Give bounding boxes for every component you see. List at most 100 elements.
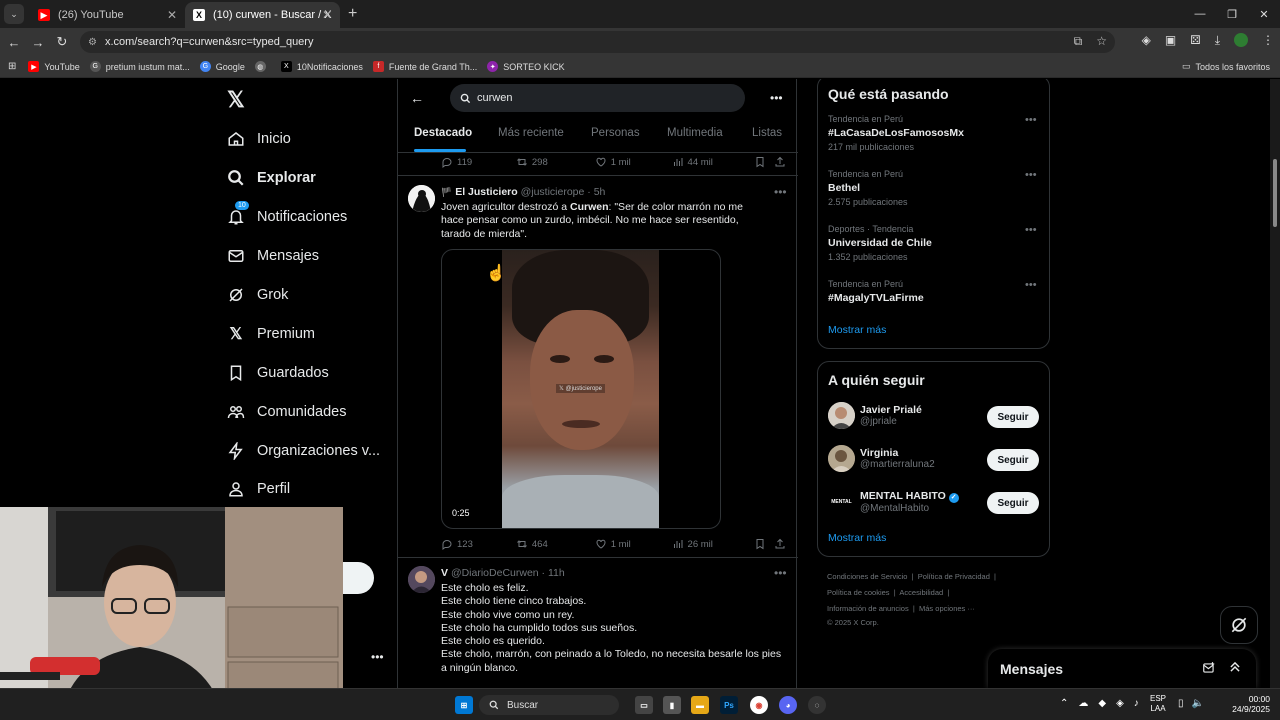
clock[interactable]: 00:00 24/9/2025	[1232, 694, 1270, 714]
microphone-icon[interactable]: ♪	[1134, 698, 1139, 709]
site-info-icon[interactable]: ⚙	[88, 37, 97, 48]
views-button[interactable]: 44 mil	[672, 156, 755, 168]
trend-item[interactable]: Bethel	[828, 182, 860, 194]
retweet-button[interactable]: 298	[516, 156, 595, 168]
network-icon[interactable]: ▯	[1178, 698, 1184, 709]
bookmark-youtube[interactable]: ▶ YouTube	[28, 61, 80, 72]
like-button[interactable]: 1 mil	[595, 538, 672, 550]
bookmark-sorteo[interactable]: ✦ SORTEO KICK	[487, 61, 565, 72]
tab-search-button[interactable]: ⌄	[4, 4, 24, 24]
discord-icon[interactable]: ◕	[779, 696, 797, 714]
extension-icon[interactable]: ◈	[1142, 33, 1151, 48]
close-tab-icon[interactable]: ✕	[167, 8, 177, 22]
apps-grid-icon[interactable]: ⊞	[8, 61, 16, 72]
avatar[interactable]	[408, 566, 435, 593]
new-tab-button[interactable]: +	[348, 5, 357, 23]
windows-start-icon[interactable]: ⊞	[455, 696, 473, 714]
app-icon[interactable]: ◈	[1116, 698, 1124, 709]
new-message-icon[interactable]	[1202, 661, 1216, 678]
bookmark-fuente[interactable]: f Fuente de Grand Th...	[372, 61, 477, 72]
reload-icon[interactable]: ↻	[50, 34, 74, 50]
app-icon[interactable]: ◌	[808, 696, 826, 714]
follow-button[interactable]: Seguir	[987, 406, 1039, 428]
tab-multimedia[interactable]: Multimedia	[667, 127, 723, 139]
bookmark-pretium[interactable]: Gpretium iustum mat...	[89, 61, 190, 72]
retweet-button[interactable]: 464	[516, 538, 595, 550]
back-arrow-icon[interactable]: ←	[2, 35, 26, 50]
sidebar-item-guardados[interactable]: Guardados	[227, 364, 329, 382]
messages-drawer[interactable]: Mensajes	[988, 649, 1256, 688]
browser-tab-youtube[interactable]: ▶ (26) YouTube ✕	[30, 2, 185, 28]
menu-dots-icon[interactable]: ⋮	[1262, 33, 1274, 48]
share-button[interactable]	[774, 538, 786, 550]
shield-icon[interactable]: ◆	[1098, 698, 1106, 709]
browser-tab-x[interactable]: X (10) curwen - Buscar / X ✕	[185, 2, 340, 28]
trend-options-dots-icon[interactable]: •••	[1025, 224, 1037, 236]
tab-destacado[interactable]: Destacado	[414, 127, 472, 139]
follow-show-more-link[interactable]: Mostrar más	[828, 532, 886, 544]
close-tab-icon[interactable]: ✕	[322, 8, 332, 22]
author-name[interactable]: V	[441, 567, 448, 579]
follow-button[interactable]: Seguir	[987, 492, 1039, 514]
bookmark-google[interactable]: G Google	[199, 61, 245, 72]
trend-item[interactable]: #MagalyTVLaFirme	[828, 292, 924, 304]
tweet-video[interactable]: 𝕏 @justicierope 0:25	[441, 249, 721, 529]
trend-item[interactable]: Universidad de Chile	[828, 237, 932, 249]
extension-icon[interactable]: ▣	[1165, 33, 1176, 48]
sidebar-item-explorar[interactable]: Explorar	[227, 169, 316, 187]
follow-button[interactable]: Seguir	[987, 449, 1039, 471]
bookmark-star-icon[interactable]: ☆	[1096, 34, 1107, 49]
trends-show-more-link[interactable]: Mostrar más	[828, 324, 886, 336]
photoshop-icon[interactable]: Ps	[720, 696, 738, 714]
sidebar-item-grok[interactable]: Grok	[227, 286, 288, 304]
page-scrollbar[interactable]	[1270, 79, 1280, 688]
back-arrow-icon[interactable]: ←	[410, 90, 424, 106]
volume-icon[interactable]: 🔈	[1192, 698, 1204, 709]
sidebar-item-perfil[interactable]: Perfil	[227, 480, 290, 498]
follow-suggestion[interactable]: MENTAL MENTAL HABITO ✓ @MentalHabito	[828, 488, 959, 515]
close-window-icon[interactable]: ✕	[1248, 0, 1280, 28]
cloud-icon[interactable]: ☁	[1078, 698, 1088, 709]
trend-options-dots-icon[interactable]: •••	[1025, 279, 1037, 291]
keyboard-language[interactable]: ESP LAA	[1150, 694, 1166, 714]
avatar[interactable]	[408, 185, 435, 212]
grok-floating-button[interactable]	[1220, 606, 1258, 644]
trend-options-dots-icon[interactable]: •••	[1025, 169, 1037, 181]
follow-suggestion[interactable]: Javier Prialé @jpriale	[828, 402, 922, 429]
restore-icon[interactable]: ❐	[1216, 0, 1248, 28]
account-menu-dots-icon[interactable]: •••	[371, 650, 384, 664]
author-handle[interactable]: @DiarioDeCurwen	[451, 567, 539, 579]
search-input[interactable]: curwen	[450, 84, 745, 112]
chrome-icon[interactable]: ◉	[750, 696, 768, 714]
app-icon[interactable]: ▮	[663, 696, 681, 714]
tab-mas-reciente[interactable]: Más reciente	[498, 127, 564, 139]
taskbar-search[interactable]: Buscar	[479, 695, 619, 715]
file-explorer-icon[interactable]: ▬	[691, 696, 709, 714]
install-app-icon[interactable]: ⧉	[1074, 34, 1083, 49]
bookmark-button[interactable]	[754, 538, 774, 550]
x-logo-icon[interactable]: 𝕏	[227, 87, 245, 113]
share-button[interactable]	[774, 156, 786, 168]
sidebar-item-premium[interactable]: 𝕏 Premium	[227, 325, 315, 343]
all-bookmarks[interactable]: ▭ Todos los favoritos	[1182, 61, 1270, 72]
minimize-icon[interactable]: —	[1184, 0, 1216, 28]
task-view-icon[interactable]: ▭	[635, 696, 653, 714]
author-handle[interactable]: @justicierope	[521, 186, 585, 198]
scrollbar-thumb[interactable]	[1273, 159, 1277, 227]
tweet-time[interactable]: 11h	[548, 567, 565, 579]
forward-arrow-icon[interactable]: →	[26, 35, 50, 50]
download-icon[interactable]: ⤓	[1215, 33, 1220, 48]
sidebar-item-comunidades[interactable]: Comunidades	[227, 403, 346, 421]
profile-avatar[interactable]	[1234, 33, 1248, 47]
sidebar-item-mensajes[interactable]: Mensajes	[227, 247, 319, 265]
sidebar-item-notificaciones[interactable]: 10 Notificaciones	[227, 201, 347, 226]
address-bar[interactable]: ⚙ x.com/search?q=curwen&src=typed_query …	[80, 31, 1115, 53]
tab-personas[interactable]: Personas	[591, 127, 640, 139]
follow-suggestion[interactable]: Virginia @martierraluna2	[828, 445, 935, 472]
views-button[interactable]: 26 mil	[672, 538, 755, 550]
puzzle-icon[interactable]: ⚄	[1190, 33, 1200, 48]
search-options-dots-icon[interactable]: •••	[770, 91, 783, 105]
reply-button[interactable]: 119	[441, 156, 516, 168]
sidebar-item-inicio[interactable]: Inicio	[227, 130, 291, 148]
post-button[interactable]	[340, 562, 374, 594]
